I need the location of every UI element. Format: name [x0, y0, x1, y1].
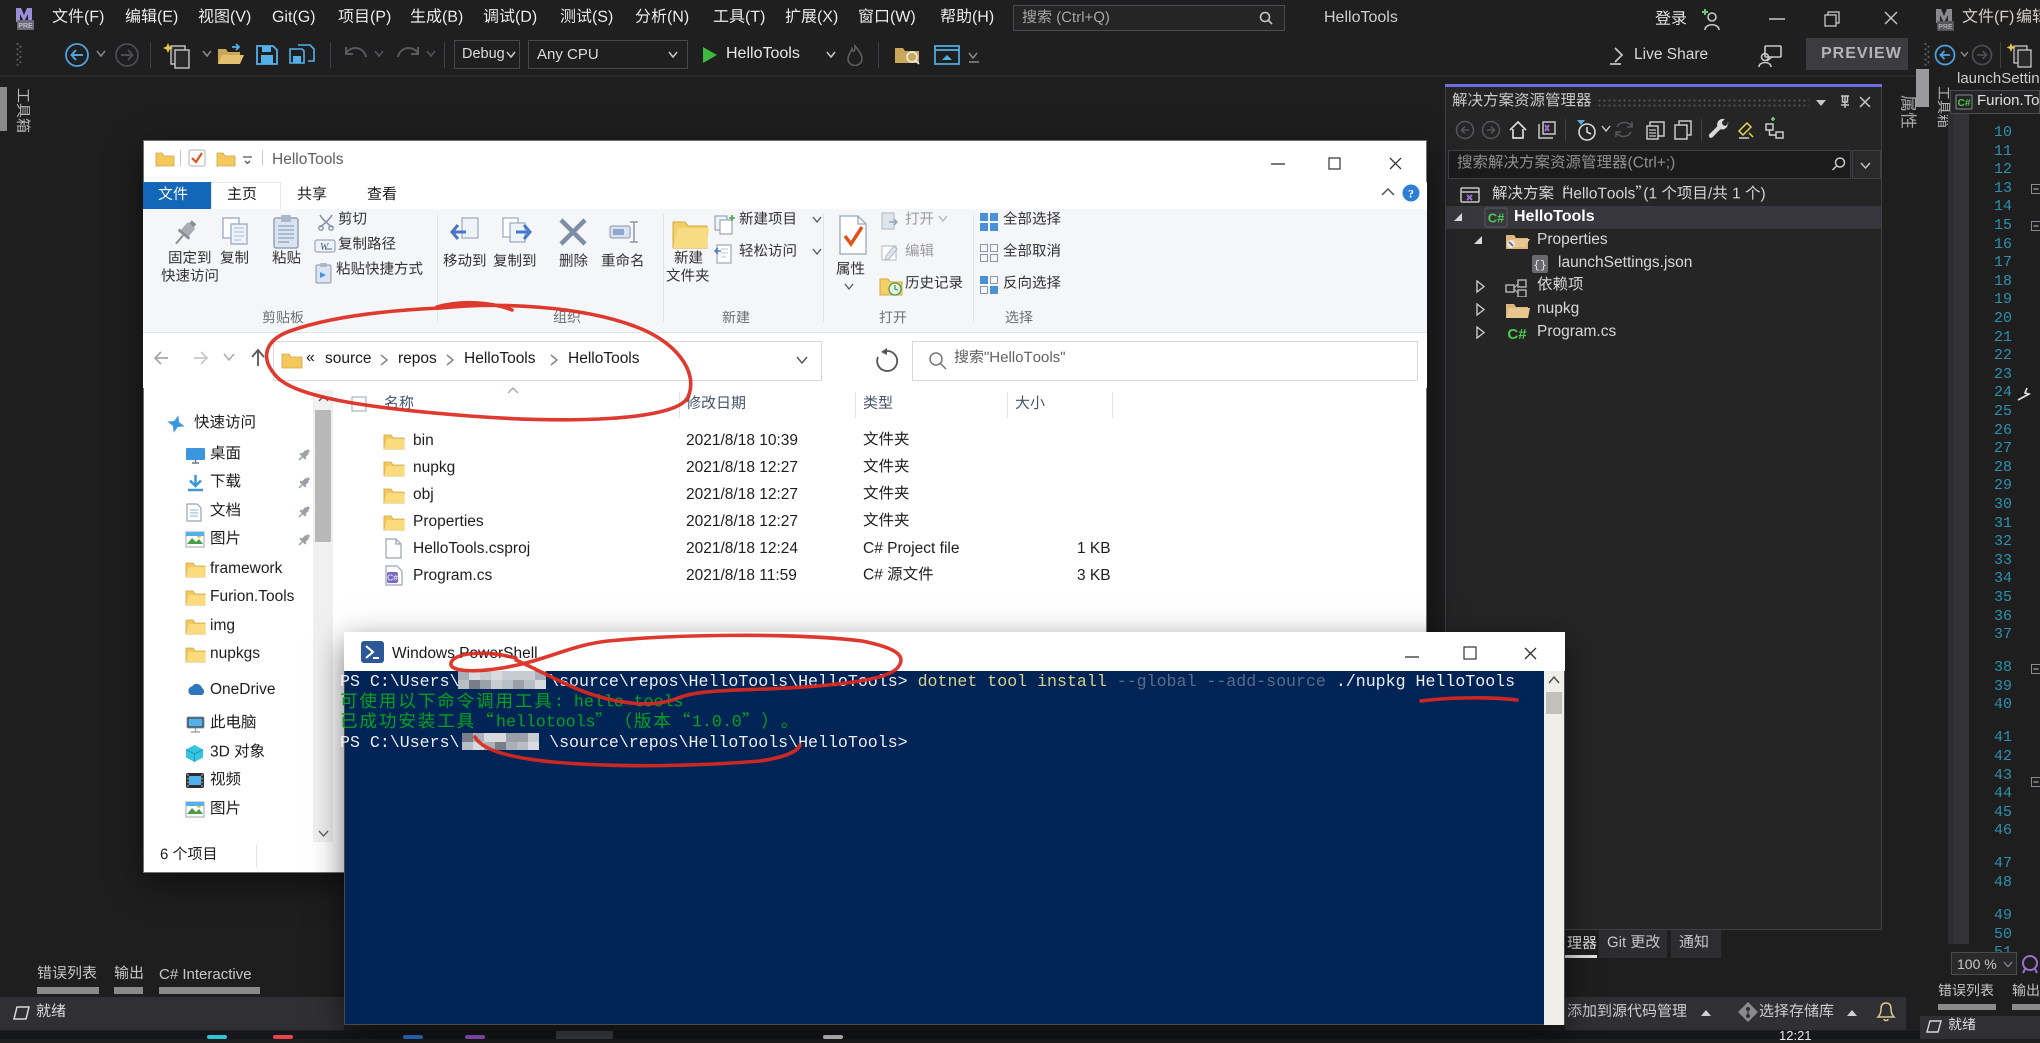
svg-text:C#: C#	[1507, 326, 1527, 343]
svg-text:PRE: PRE	[1938, 24, 1953, 31]
svg-text:C#: C#	[1958, 98, 1971, 109]
svg-text:?: ?	[1408, 187, 1414, 201]
svg-text:C#: C#	[1488, 211, 1505, 226]
svg-text:PRE: PRE	[18, 23, 33, 30]
svg-text:C#: C#	[387, 573, 398, 583]
svg-text:{}: {}	[1533, 260, 1546, 272]
